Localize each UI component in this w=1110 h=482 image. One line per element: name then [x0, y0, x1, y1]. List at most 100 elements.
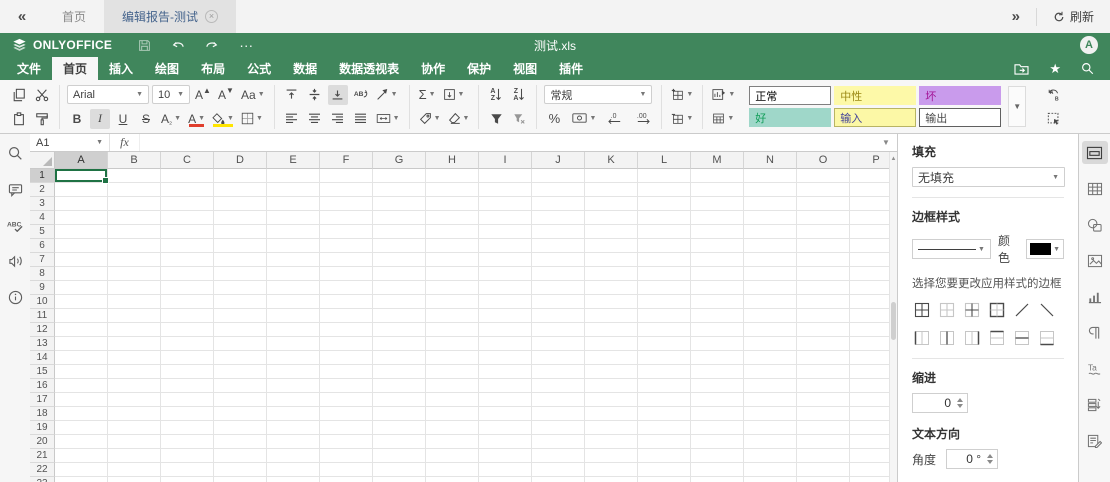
border-line-style-select[interactable]: ▼ — [912, 239, 991, 259]
grid-cell-N14[interactable] — [744, 351, 797, 365]
grid-cell-A5[interactable] — [55, 225, 108, 239]
grid-cell-P1[interactable] — [850, 169, 889, 183]
grid-cell-J17[interactable] — [532, 393, 585, 407]
font-size-select[interactable]: 10▼ — [152, 85, 190, 104]
grid-cell-N11[interactable] — [744, 309, 797, 323]
row-header-12[interactable]: 12 — [30, 323, 55, 337]
grid-cell-M9[interactable] — [691, 281, 744, 295]
insert-cells-dropdown[interactable]: ▼ — [669, 85, 695, 105]
grid-cell-J2[interactable] — [532, 183, 585, 197]
grid-cell-C7[interactable] — [161, 253, 214, 267]
cell-style-good[interactable]: 好 — [749, 108, 831, 127]
chart-settings-icon[interactable] — [1082, 285, 1108, 308]
grid-cell-C22[interactable] — [161, 463, 214, 477]
grid-cell-J5[interactable] — [532, 225, 585, 239]
cell-style-input[interactable]: 输入 — [834, 108, 916, 127]
grid-cell-L13[interactable] — [638, 337, 691, 351]
grid-cell-O11[interactable] — [797, 309, 850, 323]
grid-cell-C15[interactable] — [161, 365, 214, 379]
conditional-formatting-dropdown[interactable]: ▼ — [710, 85, 737, 105]
find-replace-button[interactable]: A B — [1044, 85, 1064, 105]
grid-cell-F13[interactable] — [320, 337, 373, 351]
spin-down-icon[interactable] — [957, 404, 963, 408]
row-header-20[interactable]: 20 — [30, 435, 55, 449]
cell-styles-expand-button[interactable]: ▼ — [1008, 86, 1026, 127]
border-color-select[interactable]: ▼ — [1026, 239, 1064, 259]
grid-cell-P17[interactable] — [850, 393, 889, 407]
grid-cell-D8[interactable] — [214, 267, 267, 281]
about-icon[interactable] — [8, 290, 23, 305]
grid-cell-J10[interactable] — [532, 295, 585, 309]
grid-cell-N19[interactable] — [744, 421, 797, 435]
grid-cell-J16[interactable] — [532, 379, 585, 393]
tab-home-portal[interactable]: 首页 — [44, 0, 104, 33]
grid-cell-A21[interactable] — [55, 449, 108, 463]
grid-cell-L8[interactable] — [638, 267, 691, 281]
border-top-button[interactable] — [987, 328, 1007, 348]
grid-cell-G1[interactable] — [373, 169, 426, 183]
grid-cell-B19[interactable] — [108, 421, 161, 435]
column-header-A[interactable]: A — [55, 152, 108, 169]
grid-cell-I15[interactable] — [479, 365, 532, 379]
grid-cell-M14[interactable] — [691, 351, 744, 365]
grid-cell-O4[interactable] — [797, 211, 850, 225]
grid-cell-D19[interactable] — [214, 421, 267, 435]
text-art-settings-icon[interactable]: Ta — [1082, 357, 1108, 380]
fill-color-dropdown[interactable]: ▼ — [210, 109, 236, 129]
grid-cell-G19[interactable] — [373, 421, 426, 435]
grid-cell-G15[interactable] — [373, 365, 426, 379]
text-orientation-dropdown[interactable]: ▼ — [374, 85, 400, 105]
undo-icon[interactable] — [171, 39, 185, 51]
copy-button[interactable] — [9, 85, 29, 105]
grid-cell-K18[interactable] — [585, 407, 638, 421]
grid-cell-L7[interactable] — [638, 253, 691, 267]
grid-cell-F6[interactable] — [320, 239, 373, 253]
grid-cell-M20[interactable] — [691, 435, 744, 449]
column-header-D[interactable]: D — [214, 152, 267, 169]
grid-cell-F8[interactable] — [320, 267, 373, 281]
grid-cell-D1[interactable] — [214, 169, 267, 183]
column-header-B[interactable]: B — [108, 152, 161, 169]
grid-cell-C2[interactable] — [161, 183, 214, 197]
menu-tab-layout[interactable]: 布局 — [190, 57, 236, 80]
grid-cell-H22[interactable] — [426, 463, 479, 477]
grid-cell-O9[interactable] — [797, 281, 850, 295]
grid-cell-F14[interactable] — [320, 351, 373, 365]
grid-cell-K15[interactable] — [585, 365, 638, 379]
grid-cell-K2[interactable] — [585, 183, 638, 197]
grid-cell-J7[interactable] — [532, 253, 585, 267]
spellcheck-panel-icon[interactable]: ABC — [7, 219, 23, 232]
grid-cell-O19[interactable] — [797, 421, 850, 435]
grid-cell-F9[interactable] — [320, 281, 373, 295]
open-file-location-icon[interactable] — [1014, 62, 1029, 75]
orientation-button[interactable]: AB — [351, 85, 371, 105]
grid-cell-P7[interactable] — [850, 253, 889, 267]
grid-cell-A14[interactable] — [55, 351, 108, 365]
column-header-F[interactable]: F — [320, 152, 373, 169]
signature-settings-icon[interactable] — [1082, 429, 1108, 452]
grid-cell-F1[interactable] — [320, 169, 373, 183]
grid-cell-P22[interactable] — [850, 463, 889, 477]
column-header-I[interactable]: I — [479, 152, 532, 169]
spin-up-icon[interactable] — [957, 398, 963, 402]
feedback-icon[interactable] — [8, 254, 23, 268]
row-header-17[interactable]: 17 — [30, 393, 55, 407]
grid-cell-I16[interactable] — [479, 379, 532, 393]
grid-cell-H3[interactable] — [426, 197, 479, 211]
menu-tab-data[interactable]: 数据 — [282, 57, 328, 80]
grid-cell-E8[interactable] — [267, 267, 320, 281]
align-top-button[interactable] — [282, 85, 302, 105]
grid-cell-G17[interactable] — [373, 393, 426, 407]
grid-cell-L21[interactable] — [638, 449, 691, 463]
grid-cell-G4[interactable] — [373, 211, 426, 225]
border-all-button[interactable] — [912, 300, 932, 320]
grid-cell-B23[interactable] — [108, 477, 161, 482]
grid-cell-L19[interactable] — [638, 421, 691, 435]
expand-tabs-icon[interactable]: » — [996, 8, 1036, 25]
grid-cell-G12[interactable] — [373, 323, 426, 337]
strikethrough-button[interactable]: S — [136, 109, 156, 129]
menu-tab-pivot[interactable]: 数据透视表 — [328, 57, 410, 80]
more-actions-button[interactable]: ··· — [239, 38, 253, 52]
grid-cell-E1[interactable] — [267, 169, 320, 183]
grid-cell-B20[interactable] — [108, 435, 161, 449]
